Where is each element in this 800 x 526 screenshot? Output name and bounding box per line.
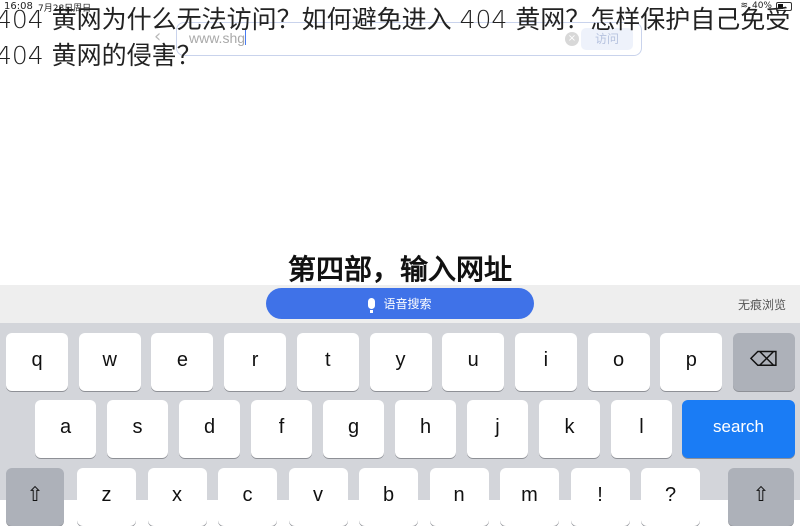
microphone-icon (368, 298, 376, 313)
key-x[interactable]: x (147, 468, 207, 526)
key-d[interactable]: d (179, 400, 240, 458)
key-y[interactable]: y (369, 333, 432, 391)
key-a[interactable]: a (35, 400, 96, 458)
key-u[interactable]: u (442, 333, 505, 391)
voice-search-button[interactable]: 语音搜索 (266, 288, 534, 319)
search-key[interactable]: search (682, 400, 795, 458)
headline-overlay: 404 黄网为什么无法访问？如何避免进入 404 黄网？怎样保护自己免受 404… (0, 5, 791, 70)
key-e[interactable]: e (151, 333, 214, 391)
shift-icon[interactable]: ⇧ (6, 468, 64, 526)
key-h[interactable]: h (395, 400, 456, 458)
key-m[interactable]: m (500, 468, 559, 526)
key-r[interactable]: r (224, 333, 287, 391)
key-s[interactable]: s (107, 400, 168, 458)
key-z[interactable]: z (77, 468, 136, 526)
key-v[interactable]: v (288, 468, 348, 526)
key-k[interactable]: k (539, 400, 600, 458)
key-w[interactable]: w (78, 333, 141, 391)
key-q[interactable]: q (6, 333, 68, 391)
incognito-button[interactable]: 无痕浏览 (738, 296, 786, 313)
key-b[interactable]: b (359, 468, 418, 526)
key-j[interactable]: j (467, 400, 528, 458)
key-i[interactable]: i (514, 333, 577, 391)
key-n[interactable]: n (429, 468, 489, 526)
keyboard: q w e r t y u i o p ⌫ a s d f g h j k l search ⇧ z x c v b n m!? ⇧ (0, 323, 800, 526)
key-p[interactable]: p (660, 333, 723, 391)
key-f[interactable]: f (251, 400, 312, 458)
key-exclamation[interactable]: ! (570, 468, 630, 526)
key-c[interactable]: c (218, 468, 277, 526)
backspace-icon[interactable]: ⌫ (733, 333, 795, 391)
key-l[interactable]: l (611, 400, 672, 458)
key-g[interactable]: g (323, 400, 384, 458)
shift-icon[interactable]: ⇧ (728, 468, 794, 526)
step-caption: 第四部，输入网址 (287, 253, 512, 286)
key-t[interactable]: t (296, 333, 359, 391)
voice-search-label: 语音搜索 (383, 297, 432, 311)
key-o[interactable]: o (587, 333, 650, 391)
key-question[interactable]: ? (641, 468, 700, 526)
keyboard-toolbar: 语音搜索 无痕浏览 (0, 285, 800, 323)
